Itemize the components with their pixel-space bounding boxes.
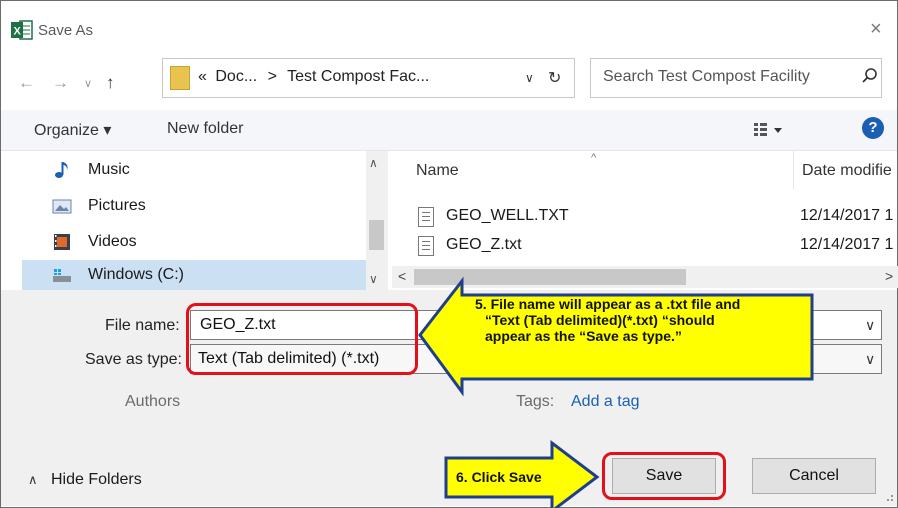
callout-5-text: 5. File name will appear as a .txt file …	[475, 296, 740, 344]
help-icon[interactable]: ?	[862, 117, 884, 139]
file-row[interactable]: GEO_WELL.TXT 12/14/2017 1	[412, 205, 898, 233]
authors-label: Authors	[125, 393, 181, 410]
change-view-icon[interactable]	[752, 120, 782, 140]
scroll-right-icon[interactable]: >	[885, 268, 893, 284]
save-as-type-dropdown-icon[interactable]: ∨	[865, 351, 875, 368]
file-name-dropdown-icon[interactable]: ∨	[865, 317, 875, 334]
cancel-button[interactable]: Cancel	[752, 458, 876, 494]
file-name-label: File name:	[105, 317, 180, 334]
nav-item-label: Videos	[88, 233, 137, 250]
file-list-scroll-thumb[interactable]	[414, 269, 686, 285]
folder-icon	[170, 66, 190, 90]
excel-icon: X	[11, 20, 33, 40]
forward-arrow-icon[interactable]: →	[52, 73, 69, 93]
save-button-highlight	[602, 452, 726, 500]
nav-item-pictures[interactable]: Pictures	[30, 191, 365, 223]
refresh-icon[interactable]: ↻	[548, 68, 561, 88]
search-icon[interactable]	[859, 64, 881, 88]
text-file-icon	[418, 207, 434, 227]
file-row[interactable]: GEO_Z.txt 12/14/2017 1	[412, 234, 898, 262]
filename-type-highlight	[186, 303, 418, 375]
column-header-date[interactable]: Date modifie	[802, 162, 892, 180]
drive-icon	[53, 269, 71, 282]
callout-5-line-3: appear as the “Save as type.”	[485, 328, 682, 344]
column-header-name[interactable]: Name	[416, 162, 459, 180]
file-date: 12/14/2017 1	[800, 207, 894, 224]
breadcrumb-overflow[interactable]: «	[198, 68, 207, 85]
nav-item-label: Music	[88, 161, 130, 178]
column-divider[interactable]	[793, 151, 794, 189]
up-arrow-icon[interactable]: ↑	[106, 73, 115, 93]
nav-pane-scroll-thumb[interactable]	[369, 220, 384, 250]
file-name: GEO_Z.txt	[446, 236, 522, 253]
pictures-icon	[52, 199, 72, 214]
svg-text:X: X	[14, 26, 22, 38]
window-title: Save As	[38, 22, 94, 39]
search-placeholder: Search Test Compost Facility	[603, 68, 810, 85]
sort-ascending-icon: ^	[591, 152, 597, 164]
breadcrumb[interactable]: « Doc... > Test Compost Fac...	[198, 68, 429, 86]
callout-5-line-2: “Text (Tab delimited)(*.txt) “should	[485, 312, 715, 328]
nav-item-label: Windows (C:)	[88, 266, 185, 283]
chevron-up-icon[interactable]: ∧	[28, 472, 38, 488]
file-date: 12/14/2017 1	[800, 236, 894, 253]
scroll-up-icon[interactable]: ∧	[369, 156, 378, 170]
music-icon	[55, 162, 68, 178]
save-as-type-label: Save as type:	[85, 351, 182, 368]
nav-item-music[interactable]: Music	[30, 155, 365, 187]
breadcrumb-separator: >	[267, 68, 277, 85]
address-dropdown-icon[interactable]: ∨	[525, 71, 534, 85]
nav-item-label: Pictures	[88, 197, 146, 214]
scroll-down-icon[interactable]: ∨	[369, 272, 378, 286]
resize-grip-icon[interactable]	[882, 490, 894, 502]
nav-item-videos[interactable]: Videos	[30, 227, 365, 259]
file-name: GEO_WELL.TXT	[446, 207, 569, 224]
nav-item-windows-c[interactable]: Windows (C:)	[22, 260, 366, 292]
tags-label: Tags:	[516, 393, 555, 410]
breadcrumb-documents[interactable]: Doc...	[215, 68, 257, 85]
callout-5-line-1: 5. File name will appear as a .txt file …	[475, 296, 741, 312]
text-file-icon	[418, 236, 434, 256]
organize-menu[interactable]: Organize ▾	[34, 120, 111, 140]
add-tag-link[interactable]: Add a tag	[571, 393, 640, 411]
recent-locations-icon[interactable]: ∨	[84, 77, 92, 90]
back-arrow-icon[interactable]: ←	[18, 73, 35, 93]
videos-icon	[54, 234, 70, 250]
callout-6-text: 6. Click Save	[456, 469, 542, 485]
new-folder-button[interactable]: New folder	[167, 120, 243, 138]
breadcrumb-current-folder[interactable]: Test Compost Fac...	[287, 68, 429, 85]
hide-folders-button[interactable]: Hide Folders	[51, 471, 142, 489]
scroll-left-icon[interactable]: <	[398, 268, 406, 284]
close-button[interactable]: ×	[870, 18, 882, 41]
